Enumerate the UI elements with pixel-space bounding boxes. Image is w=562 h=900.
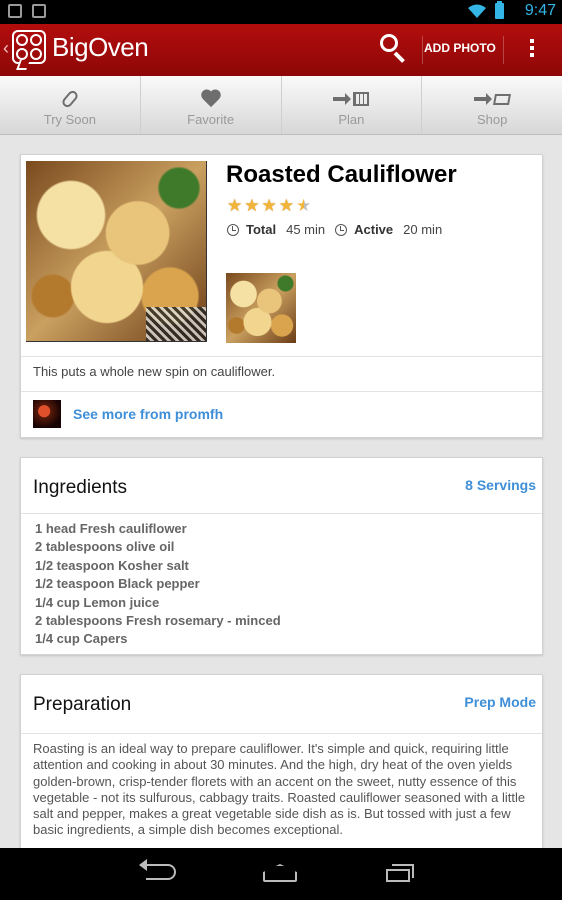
tab-shop[interactable]: Shop [422,76,562,134]
recipe-header-card: Roasted Cauliflower ★ ★ ★ ★ ★ Total 45 m… [20,154,543,438]
ingredient-item: 2 tablespoons Fresh rosemary - minced [35,613,281,629]
status-bar: 9:47 [0,0,562,24]
divider [21,733,542,734]
recipe-times: Total 45 min Active 20 min [227,222,452,237]
add-photo-button[interactable]: ADD PHOTO [424,41,496,55]
wifi-icon [468,4,486,18]
bigoven-logo-icon[interactable] [12,30,46,70]
see-more-author-link[interactable]: See more from promfh [73,406,223,422]
action-divider [503,36,504,64]
notification-icon [8,4,22,18]
overflow-menu-icon[interactable] [526,39,538,61]
home-icon[interactable] [263,864,297,882]
tab-favorite[interactable]: Favorite [141,76,282,134]
calendar-icon [282,86,422,112]
tab-label: Favorite [187,112,235,127]
total-time-label: Total [246,222,277,237]
total-time-value: 45 min [286,222,326,237]
clock-time: 9:47 [524,2,556,19]
tab-plan[interactable]: Plan [282,76,423,134]
cart-icon [422,86,562,112]
tab-label: Try Soon [43,112,96,127]
divider [21,391,542,392]
action-bar: ‹ BigOven ADD PHOTO [0,24,562,77]
up-caret-icon[interactable]: ‹ [3,38,9,59]
author-avatar[interactable] [33,400,61,428]
divider [21,356,542,357]
search-icon[interactable] [380,34,408,64]
divider [21,513,542,514]
paperclip-icon [60,88,80,110]
clock-icon [227,223,239,236]
tab-try-soon[interactable]: Try Soon [0,76,141,134]
preparation-text: Roasting is an ideal way to prepare caul… [33,741,526,838]
ingredients-title: Ingredients [33,477,128,498]
ingredient-item: 1/4 cup Capers [35,631,128,647]
prep-mode-link[interactable]: Prep Mode [464,694,536,710]
tab-label: Plan [338,112,365,127]
ingredient-item: 2 tablespoons olive oil [35,539,175,555]
star-icon: ★ [244,196,260,215]
preparation-title: Preparation [33,694,132,715]
heart-icon [201,90,221,108]
star-icon: ★ [227,196,243,215]
servings-link[interactable]: 8 Servings [465,477,536,493]
preparation-card: Preparation Prep Mode Roasting is an ide… [20,674,543,850]
battery-icon [495,1,504,19]
back-icon[interactable] [139,859,176,880]
ingredient-list: 1 head Fresh cauliflower 2 tablespoons o… [35,520,281,649]
active-time-label: Active [354,222,394,237]
action-divider [422,36,423,64]
active-time-value: 20 min [403,222,443,237]
app-brand-name[interactable]: BigOven [52,32,149,63]
recipe-photo-thumbnail[interactable] [226,273,296,343]
recent-apps-icon[interactable] [386,864,414,882]
system-navigation-bar [0,848,562,900]
ingredients-card: Ingredients 8 Servings 1 head Fresh caul… [20,457,543,655]
half-star-icon: ★ [296,196,312,215]
ingredient-item: 1/2 teaspoon Kosher salt [35,557,189,573]
star-icon: ★ [261,196,277,215]
tab-label: Shop [476,112,508,127]
clock-icon [335,223,348,236]
image-notification-icon [32,4,46,18]
recipe-title: Roasted Cauliflower [226,161,457,188]
ingredient-item: 1/2 teaspoon Black pepper [35,576,200,592]
recipe-action-tabs: Try Soon Favorite Plan Shop [0,76,562,135]
recipe-photo[interactable] [26,161,207,342]
ingredient-item: 1 head Fresh cauliflower [35,521,187,536]
star-rating[interactable]: ★ ★ ★ ★ ★ [227,197,311,215]
recipe-description: This puts a whole new spin on cauliflowe… [33,364,276,379]
ingredient-item: 1/4 cup Lemon juice [35,594,160,610]
star-icon: ★ [278,196,294,215]
